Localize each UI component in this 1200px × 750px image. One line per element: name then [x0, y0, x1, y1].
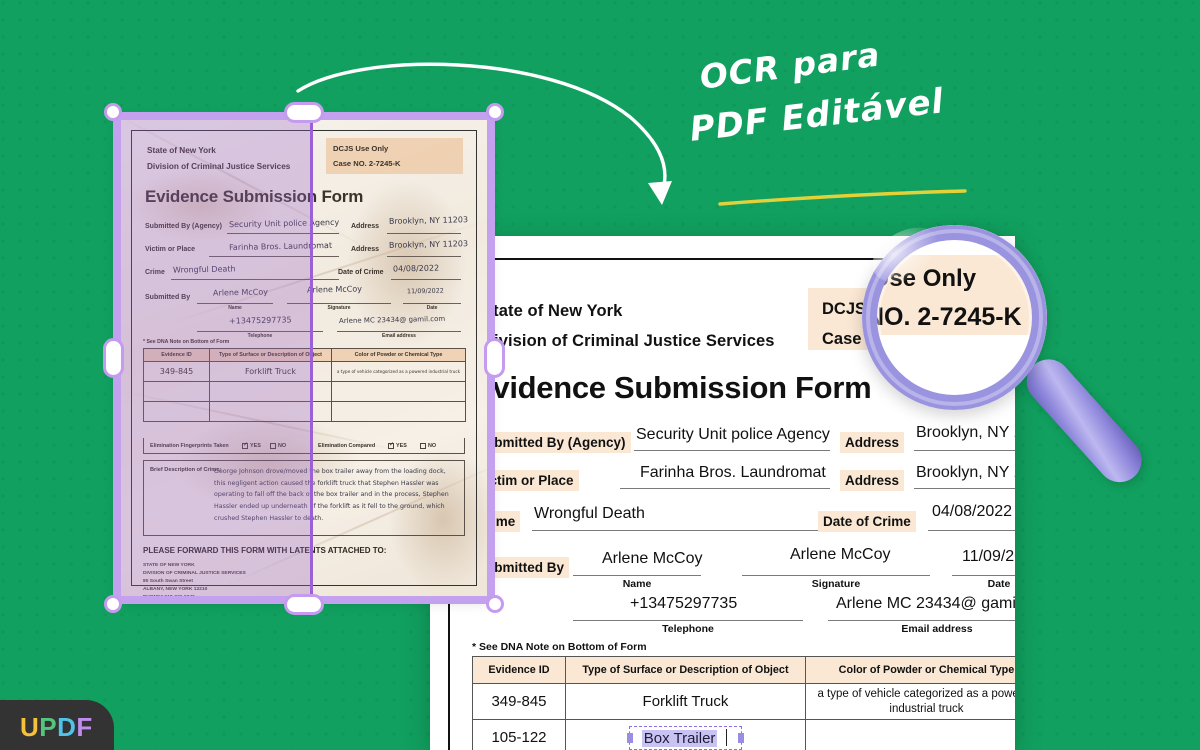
edit-handle-right[interactable] [738, 732, 745, 743]
rd-division-label: Division of Criminal Justice Services [482, 332, 775, 350]
rd-caption-signature: Signature [811, 578, 861, 590]
rd-form-title: Evidence Submission Form [472, 370, 872, 405]
resize-handle-right-center[interactable] [484, 338, 505, 378]
rd-value-agency[interactable]: Security Unit police Agency [636, 426, 830, 444]
text-caret [725, 728, 728, 746]
rd-value-address-2[interactable]: Brooklyn, NY 11203 [916, 464, 1015, 482]
col-header-evidence-id: Evidence ID [472, 656, 566, 684]
rd-line-crime [532, 530, 830, 531]
table-row[interactable]: 105-122 Box Trailer [472, 719, 1015, 750]
cell-description-2[interactable]: Box Trailer [565, 719, 806, 750]
logo-letter-u: U [20, 712, 40, 742]
cell-color-2[interactable] [804, 719, 1015, 750]
rd-line-victim [620, 488, 830, 489]
poster-canvas: OCR para PDF Editável State of New York … [0, 0, 1200, 750]
resize-handle-left-center[interactable] [103, 338, 124, 378]
cell-evidence-id-2[interactable]: 105-122 [472, 719, 566, 750]
resize-handle-bottom-right[interactable] [486, 595, 504, 613]
headline-line-2: PDF Editável [687, 81, 947, 150]
rd-value-victim[interactable]: Farinha Bros. Laundromat [640, 464, 826, 482]
edit-handle-left[interactable] [626, 732, 633, 743]
rd-value-signature[interactable]: Arlene McCoy [790, 546, 890, 564]
updf-logo-text: UPDF [20, 712, 93, 743]
resize-handle-top-left[interactable] [104, 103, 122, 121]
rd-line-name [573, 575, 701, 576]
rd-value-name[interactable]: Arlene McCoy [602, 550, 702, 568]
rd-line-agency [634, 450, 830, 451]
rd-caption-name: Name [622, 578, 652, 590]
rd-caption-date: Date [987, 578, 1011, 590]
col-header-color-of-powder: Color of Powder or Chemical Type [804, 656, 1015, 684]
rd-state-label: State of New York [482, 302, 623, 320]
rd-line-date-of-crime [928, 530, 1015, 531]
cell-description-1[interactable]: Forklift Truck [565, 683, 806, 720]
updf-logo-panel[interactable]: UPDF [0, 700, 114, 750]
headline-line-1: OCR para [697, 34, 883, 97]
cell-color-1[interactable]: a type of vehicle categorized as a power… [804, 683, 1015, 720]
headline-underline [718, 189, 967, 206]
edit-selected-text[interactable]: Box Trailer [641, 729, 718, 747]
rd-dna-note: * See DNA Note on Bottom of Form [472, 641, 647, 653]
col-header-type-of-surface: Type of Surface or Description of Object [565, 656, 806, 684]
magnifier[interactable]: Use Only NO. 2-7245-K [862, 216, 1151, 492]
logo-letter-f: F [76, 712, 93, 742]
table-row[interactable]: 349-845 Forklift Truck a type of vehicle… [472, 683, 1015, 720]
rd-caption-email: Email address [901, 623, 973, 635]
rd-line-email [828, 620, 1015, 621]
rd-value-date-of-crime[interactable]: 04/08/2022 [932, 503, 1012, 521]
rd-line-date [952, 575, 1015, 576]
text-edit-box[interactable]: Box Trailer [626, 725, 745, 750]
rd-line-telephone [573, 620, 803, 621]
rd-caption-telephone: Telephone [662, 623, 714, 635]
scanned-document-selection[interactable]: State of New York Division of Criminal J… [103, 102, 505, 615]
rd-label-address-2: Address [840, 470, 905, 491]
headline: OCR para PDF Editável [687, 34, 990, 206]
rd-line-address-2 [914, 488, 1015, 489]
rd-label-date-of-crime: Date of Crime [818, 511, 916, 532]
resize-handle-top-right[interactable] [486, 103, 504, 121]
resize-handle-bottom-left[interactable] [104, 595, 122, 613]
resize-handle-bottom-center[interactable] [284, 594, 324, 615]
evidence-table[interactable]: Evidence ID Type of Surface or Descripti… [472, 656, 1015, 750]
rd-value-date[interactable]: 11/09/2022 [962, 548, 1015, 566]
logo-letter-d: D [57, 712, 77, 742]
cell-evidence-id-1[interactable]: 349-845 [472, 683, 566, 720]
rd-value-telephone[interactable]: +13475297735 [630, 595, 737, 613]
table-header-row: Evidence ID Type of Surface or Descripti… [472, 656, 1015, 684]
selection-frame [113, 112, 495, 604]
logo-letter-p: P [39, 712, 58, 742]
rd-line-signature [742, 575, 930, 576]
resize-handle-top-center[interactable] [284, 102, 324, 123]
rd-label-submitted-by-agency: Submitted By (Agency) [472, 432, 631, 453]
rd-value-email[interactable]: Arlene MC 23434@ gamil.com [836, 595, 1015, 613]
rd-value-crime[interactable]: Wrongful Death [534, 505, 645, 523]
